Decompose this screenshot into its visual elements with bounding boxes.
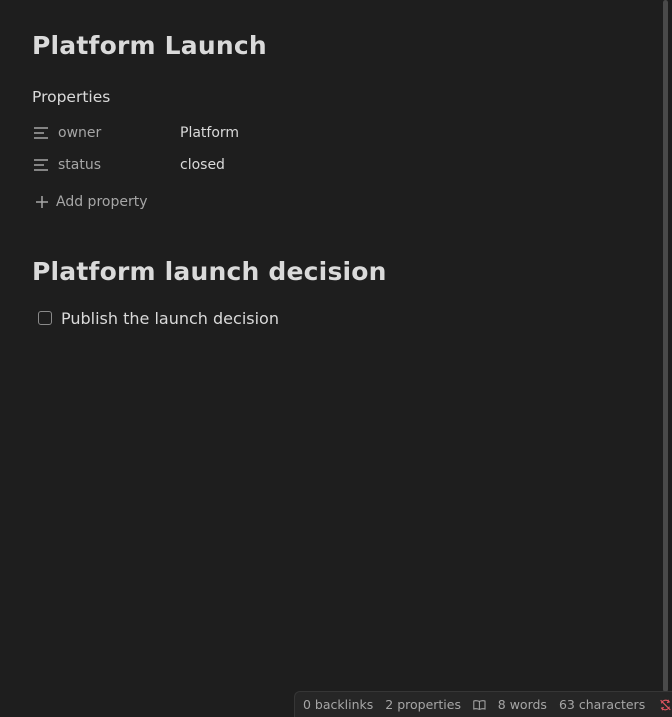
plus-icon [36,196,48,208]
task-checkbox[interactable] [38,311,52,325]
sync-off-icon[interactable] [659,697,672,713]
property-value[interactable]: Platform [180,125,239,141]
backlinks-count[interactable]: 0 backlinks [303,697,373,712]
text-lines-icon[interactable] [32,126,50,140]
property-key[interactable]: owner [58,125,180,141]
character-count: 63 characters [558,697,646,712]
status-bar: 0 backlinks 2 properties 8 words 63 char… [294,691,672,717]
properties-heading[interactable]: Properties [32,88,110,106]
section-heading[interactable]: Platform launch decision [32,257,387,286]
task-text[interactable]: Publish the launch decision [61,309,279,328]
text-lines-icon[interactable] [32,158,50,172]
note-title[interactable]: Platform Launch [32,31,267,60]
add-property-button[interactable]: Add property [34,191,148,213]
properties-count[interactable]: 2 properties [385,697,461,712]
property-row-status[interactable]: status closed [32,152,332,178]
property-value[interactable]: closed [180,157,225,173]
task-item[interactable]: Publish the launch decision [38,307,279,329]
book-open-icon[interactable] [473,698,486,712]
scrollbar[interactable] [663,0,668,692]
word-count: 8 words [497,697,547,712]
property-key[interactable]: status [58,157,180,173]
note-view: Platform Launch Properties owner Platfor… [0,0,672,717]
property-row-owner[interactable]: owner Platform [32,120,332,146]
add-property-label: Add property [56,194,148,210]
